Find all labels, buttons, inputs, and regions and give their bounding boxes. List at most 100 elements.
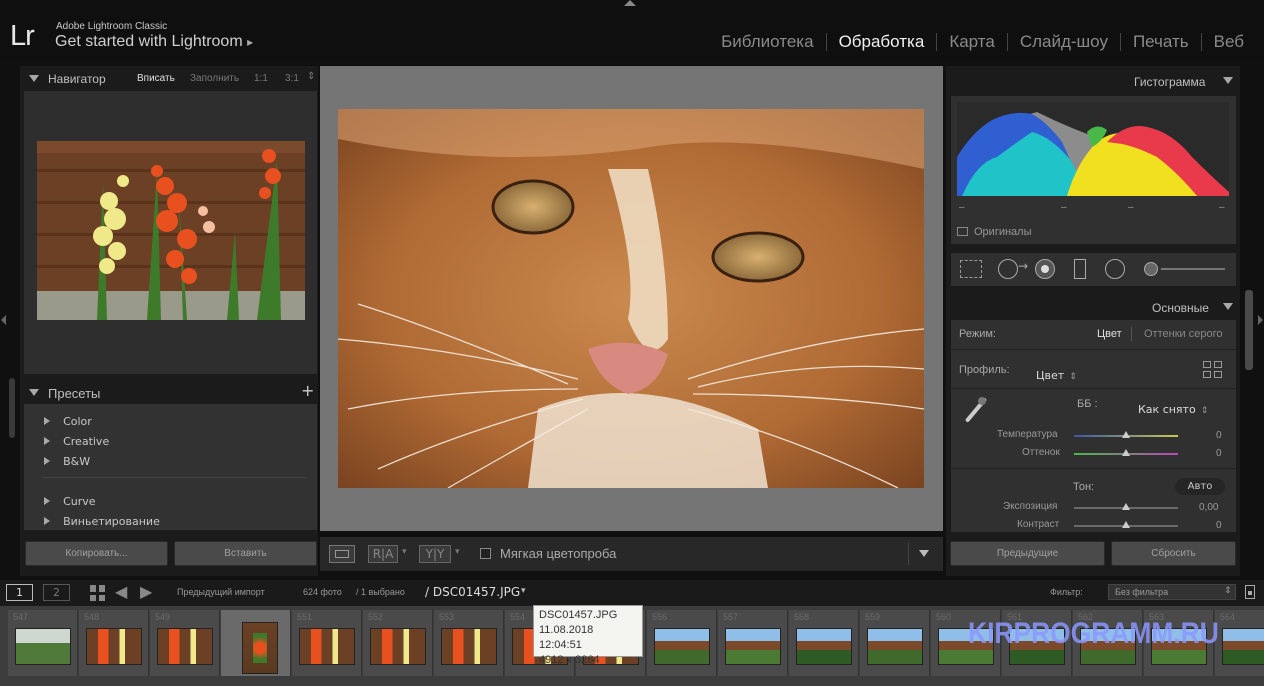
profile-browser-icon[interactable] (1203, 361, 1223, 379)
right-scroll-thumb[interactable] (1245, 290, 1253, 370)
identity-arrow-icon: ▸ (247, 35, 254, 49)
thumbnail-number: 552 (368, 612, 384, 622)
thumbnail-number: 550 (226, 612, 242, 622)
basic-header[interactable]: Основные (946, 296, 1240, 318)
filmstrip-thumbnail[interactable]: 552 (363, 610, 433, 676)
exposure-slider-knob[interactable] (1122, 503, 1130, 510)
histogram-panel[interactable]: – – – – Оригиналы (951, 96, 1236, 244)
zoom-3-1[interactable]: 3:1 (285, 73, 299, 84)
module-slideshow[interactable]: Слайд-шоу (1006, 33, 1120, 51)
graduated-filter-tool-icon[interactable] (1074, 259, 1086, 279)
right-panel-grip-icon[interactable] (1258, 315, 1263, 325)
back-arrow-icon[interactable]: ◀ (115, 582, 127, 601)
before-after-ra-dropdown-icon[interactable]: ▾ (402, 547, 407, 557)
filmstrip-thumbnail[interactable]: 547 (8, 610, 78, 676)
before-after-ra-button[interactable]: R|A (368, 545, 398, 563)
treatment-divider (1131, 327, 1132, 341)
collapse-top-arrow-icon[interactable] (624, 0, 636, 6)
preset-group-creative[interactable]: Creative (44, 430, 109, 448)
module-print[interactable]: Печать (1119, 33, 1201, 51)
grid-view-icon[interactable] (90, 585, 106, 601)
histogram-header[interactable]: Гистограмма (946, 70, 1240, 92)
copy-settings-button[interactable]: Копировать... (25, 541, 168, 566)
filmstrip-thumbnail[interactable]: 551 (292, 610, 362, 676)
contrast-value[interactable]: 0 (1216, 520, 1222, 531)
preset-group-curve[interactable]: Curve (44, 490, 96, 508)
filmstrip-thumbnail[interactable]: 556 (647, 610, 717, 676)
exposure-value[interactable]: 0,00 (1199, 502, 1218, 513)
paste-settings-button[interactable]: Вставить (174, 541, 317, 566)
filmstrip-thumbnail[interactable]: 564 (1215, 610, 1264, 676)
filename-dropdown-icon[interactable]: ▾ (521, 586, 526, 596)
module-web[interactable]: Веб (1200, 33, 1244, 51)
expand-icon (44, 457, 50, 465)
wb-dropdown[interactable]: Как снято ⇕ (1138, 398, 1208, 417)
wb-eyedropper-icon[interactable] (963, 397, 988, 423)
red-eye-tool-icon[interactable] (1035, 259, 1055, 279)
tooltip-date: 11.08.2018 12:04:51 (539, 624, 594, 651)
module-develop[interactable]: Обработка (825, 33, 937, 51)
preset-group-color[interactable]: Color (44, 410, 92, 428)
radial-filter-tool-icon[interactable] (1105, 259, 1125, 279)
loupe-view-icon[interactable] (329, 545, 355, 563)
zoom-fit[interactable]: Вписать (137, 73, 175, 84)
zoom-stepper-icon[interactable]: ⇕ (307, 71, 315, 82)
filmstrip-thumbnail[interactable]: 553 (434, 610, 504, 676)
zoom-fill[interactable]: Заполнить (190, 73, 239, 84)
identity-plate[interactable]: Get started with Lightroom ▸ (55, 33, 253, 51)
preset-group-vignette[interactable]: Виньетирование (44, 510, 160, 528)
brush-tool-icon[interactable] (1144, 262, 1158, 276)
basic-collapse-icon[interactable] (1223, 303, 1233, 310)
filmstrip-thumbnail[interactable]: 550 (221, 610, 291, 676)
auto-tone-button[interactable]: Авто (1175, 478, 1225, 495)
secondary-window-button[interactable]: 2 (43, 584, 70, 601)
treatment-color[interactable]: Цвет (1097, 328, 1122, 340)
tint-value[interactable]: 0 (1216, 448, 1222, 459)
reset-button[interactable]: Сбросить (1111, 541, 1236, 566)
presets-header[interactable]: Пресеты + (24, 381, 318, 404)
treatment-grayscale[interactable]: Оттенки серого (1144, 328, 1222, 340)
navigator-title: Навигатор (48, 72, 106, 86)
filmstrip-thumbnail[interactable]: 548 (79, 610, 149, 676)
histogram-collapse-icon[interactable] (1223, 77, 1233, 84)
previous-settings-button[interactable]: Предыдущие (950, 541, 1105, 566)
module-map[interactable]: Карта (936, 33, 1007, 51)
soft-proof-checkbox[interactable] (480, 548, 491, 559)
before-after-yy-button[interactable]: Y|Y (419, 545, 451, 563)
tooltip-filename: DSC01457.JPG (539, 609, 618, 621)
filmstrip-thumbnail[interactable]: 559 (860, 610, 930, 676)
filter-dropdown[interactable]: Без фильтра ⇕ (1108, 584, 1236, 600)
before-after-yy-dropdown-icon[interactable]: ▾ (455, 547, 460, 557)
temp-value[interactable]: 0 (1216, 430, 1222, 441)
add-preset-icon[interactable]: + (301, 381, 314, 400)
source-label[interactable]: Предыдущий импорт (177, 587, 265, 597)
navigator-preview[interactable] (24, 91, 317, 374)
current-filename[interactable]: / DSC01457.JPG (425, 585, 520, 599)
brush-size-slider-track[interactable] (1161, 268, 1225, 270)
toolbar-menu-icon[interactable] (919, 550, 929, 557)
originals-checkbox[interactable] (957, 227, 968, 236)
filter-lock-icon[interactable] (1245, 585, 1255, 599)
forward-arrow-icon[interactable]: ▶ (140, 582, 152, 601)
filmstrip-thumbnail[interactable]: 557 (718, 610, 788, 676)
filmstrip-thumbnail[interactable]: 549 (150, 610, 220, 676)
spot-removal-tool-icon[interactable] (998, 259, 1018, 279)
filmstrip-thumbnail[interactable]: 558 (789, 610, 859, 676)
crop-tool-icon[interactable] (960, 260, 982, 278)
tint-slider-knob[interactable] (1122, 449, 1130, 456)
image-canvas[interactable] (320, 66, 943, 531)
module-library[interactable]: Библиотека (709, 33, 825, 51)
main-window-button[interactable]: 1 (6, 584, 33, 601)
presets-collapse-icon[interactable] (29, 389, 39, 396)
left-panel-grip-icon[interactable] (1, 315, 6, 325)
navigator-header[interactable]: Навигатор Вписать Заполнить 1:1 3:1 ⇕ (24, 68, 318, 90)
expand-icon (44, 437, 50, 445)
contrast-slider-knob[interactable] (1122, 521, 1130, 528)
profile-dropdown[interactable]: Цвет ⇕ (1036, 364, 1077, 383)
navigator-collapse-icon[interactable] (29, 75, 39, 82)
preset-group-label: Виньетирование (63, 515, 160, 528)
left-scroll-thumb[interactable] (9, 378, 15, 438)
zoom-1-1[interactable]: 1:1 (254, 73, 268, 84)
temp-slider-knob[interactable] (1122, 431, 1130, 438)
preset-group-bw[interactable]: B&W (44, 450, 90, 468)
